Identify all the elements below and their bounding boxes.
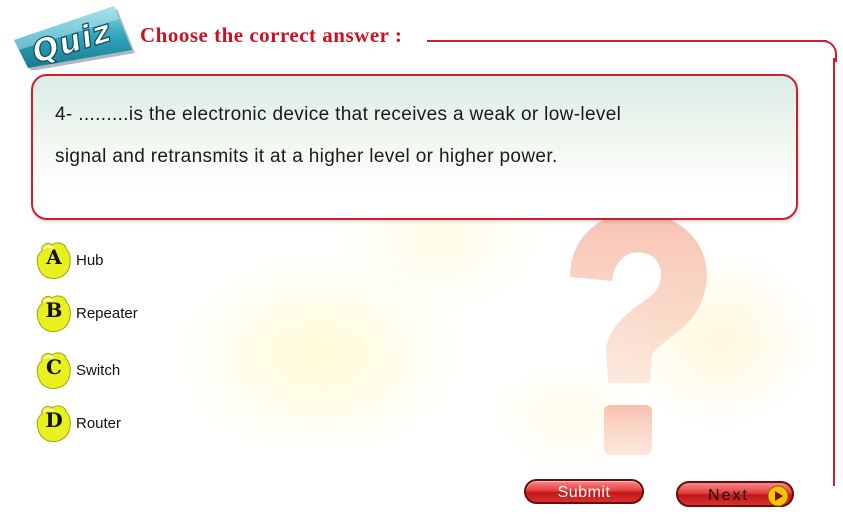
option-letter: A — [46, 245, 62, 269]
option-letter: D — [45, 408, 63, 432]
question-box: 4- .........is the electronic device tha… — [31, 74, 798, 220]
question-line-2: signal and retransmits it at a higher le… — [55, 146, 558, 167]
option-label: Repeater — [76, 304, 138, 322]
next-button[interactable]: Next — [676, 481, 794, 507]
option-badge-a: A — [36, 241, 72, 279]
option-label: Router — [76, 414, 122, 432]
question-text: 4- .........is the electronic device tha… — [55, 94, 755, 178]
question-line-1: 4- .........is the electronic device tha… — [55, 104, 622, 125]
next-button-label: Next — [708, 487, 749, 504]
question-mark-icon — [570, 211, 707, 455]
option-badge-d: D — [36, 404, 72, 442]
answer-option-c[interactable]: C Switch — [36, 350, 120, 390]
option-label: Hub — [76, 251, 104, 269]
answer-option-a[interactable]: A Hub — [36, 240, 104, 280]
frame-line-right — [833, 58, 835, 486]
answer-option-b[interactable]: B Repeater — [36, 293, 138, 333]
answer-option-d[interactable]: D Router — [36, 403, 121, 443]
option-label: Switch — [76, 361, 121, 379]
quiz-logo: Quiz — [14, 6, 135, 70]
option-letter: B — [45, 298, 63, 322]
option-badge-b: B — [36, 294, 72, 332]
background-glow — [170, 250, 470, 460]
option-letter: C — [46, 355, 62, 379]
submit-button[interactable]: Submit — [524, 479, 644, 504]
option-badge-c: C — [36, 351, 72, 389]
frame-line-top — [427, 40, 827, 42]
play-arrow-icon — [767, 485, 789, 507]
instruction-heading: Choose the correct answer : — [140, 23, 403, 47]
